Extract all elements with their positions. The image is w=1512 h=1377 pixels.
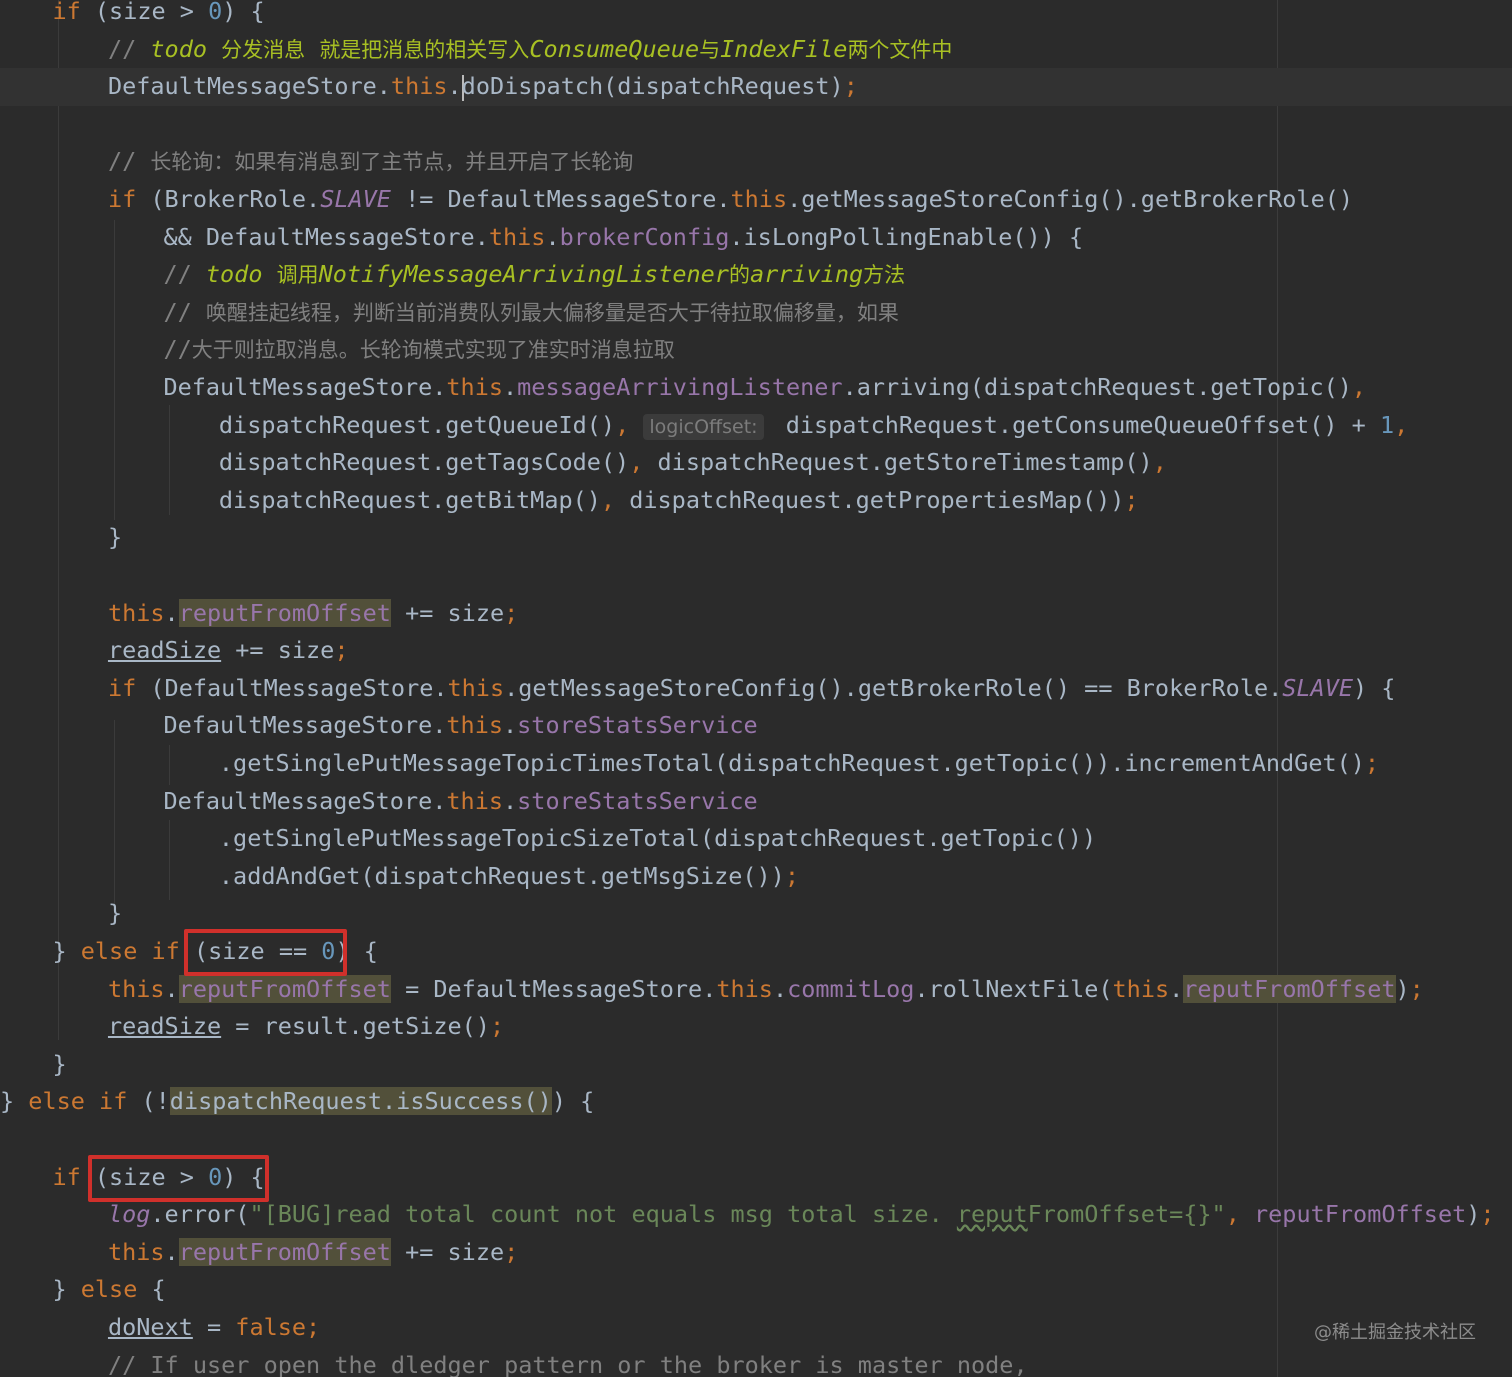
code-line[interactable] (0, 1121, 1512, 1159)
code-line[interactable]: // 唤醒挂起线程，判断当前消费队列最大偏移量是否大于待拉取偏移量，如果 (0, 294, 1512, 332)
code-line[interactable]: } (0, 519, 1512, 557)
text-caret (461, 74, 464, 101)
code-line[interactable]: dispatchRequest.getTagsCode(), dispatchR… (0, 444, 1512, 482)
code-line[interactable]: this.reputFromOffset = DefaultMessageSto… (0, 971, 1512, 1009)
code-line[interactable]: readSize += size; (0, 632, 1512, 670)
annotation-highlight-box (184, 929, 347, 976)
code-line[interactable]: } (0, 1046, 1512, 1084)
code-line[interactable] (0, 106, 1512, 144)
watermark: @稀土掘金技术社区 (1314, 1322, 1476, 1343)
code-line[interactable]: dispatchRequest.getBitMap(), dispatchReq… (0, 482, 1512, 520)
parameter-hint: logicOffset: (643, 413, 764, 440)
code-line[interactable]: } else if (!dispatchRequest.isSuccess())… (0, 1083, 1512, 1121)
code-line[interactable]: DefaultMessageStore.this.storeStatsServi… (0, 707, 1512, 745)
code-line[interactable]: DefaultMessageStore.this.messageArriving… (0, 369, 1512, 407)
code-line[interactable]: if (BrokerRole.SLAVE != DefaultMessageSt… (0, 181, 1512, 219)
code-line[interactable]: this.reputFromOffset += size; (0, 595, 1512, 633)
code-line[interactable]: // If user open the dledger pattern or t… (0, 1347, 1512, 1377)
code-editor[interactable]: if (size > 0) {// todo 分发消息 就是把消息的相关写入Co… (0, 0, 1512, 1377)
code-line[interactable]: } (0, 895, 1512, 933)
code-line[interactable] (0, 557, 1512, 595)
code-line[interactable]: this.reputFromOffset += size; (0, 1234, 1512, 1272)
code-line[interactable]: //大于则拉取消息。长轮询模式实现了准实时消息拉取 (0, 331, 1512, 369)
code-line[interactable]: .getSinglePutMessageTopicSizeTotal(dispa… (0, 820, 1512, 858)
code-line[interactable]: .getSinglePutMessageTopicTimesTotal(disp… (0, 745, 1512, 783)
code-line[interactable]: } else { (0, 1271, 1512, 1309)
code-line[interactable]: .addAndGet(dispatchRequest.getMsgSize())… (0, 858, 1512, 896)
code-line[interactable]: if (DefaultMessageStore.this.getMessageS… (0, 670, 1512, 708)
code-line[interactable]: DefaultMessageStore.this.storeStatsServi… (0, 783, 1512, 821)
code-line[interactable]: // 长轮询：如果有消息到了主节点，并且开启了长轮询 (0, 143, 1512, 181)
code-line[interactable]: if (size > 0) { (0, 0, 1512, 31)
code-line[interactable]: DefaultMessageStore.this.doDispatch(disp… (0, 68, 1512, 106)
code-line[interactable]: && DefaultMessageStore.this.brokerConfig… (0, 219, 1512, 257)
code-line[interactable]: // todo 调用NotifyMessageArrivingListener的… (0, 256, 1512, 294)
annotation-highlight-box (88, 1155, 269, 1202)
code-line[interactable]: // todo 分发消息 就是把消息的相关写入ConsumeQueue与Inde… (0, 31, 1512, 69)
code-line[interactable]: dispatchRequest.getQueueId(), logicOffse… (0, 407, 1512, 445)
code-line[interactable]: doNext = false; (0, 1309, 1512, 1347)
code-line[interactable]: readSize = result.getSize(); (0, 1008, 1512, 1046)
